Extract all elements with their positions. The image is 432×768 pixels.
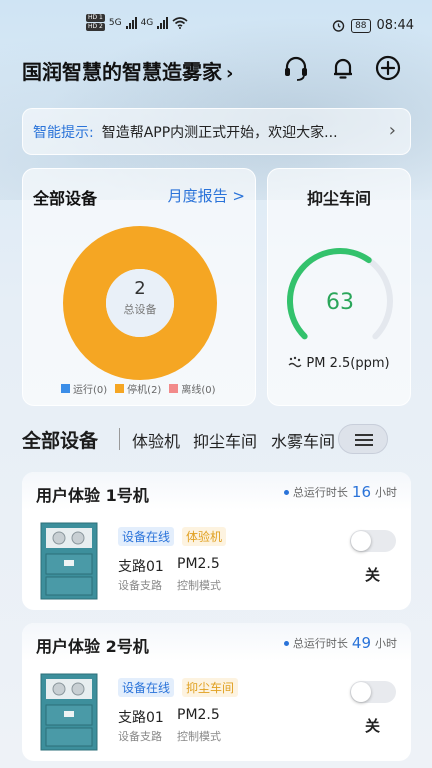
- toggle-knob: [351, 531, 371, 551]
- total-devices-value: 2: [134, 278, 145, 299]
- total-devices-label: 总设备: [124, 302, 157, 316]
- signal-icon: [125, 16, 137, 29]
- headset-icon[interactable]: [282, 54, 310, 82]
- pm-gauge: 63: [287, 248, 393, 340]
- device-donut-chart: 2 总设备: [63, 226, 217, 380]
- device-tabs: 全部设备 体验机 抑尘车间 水雾车间: [22, 424, 422, 456]
- clock: 08:44: [376, 18, 414, 33]
- hd1-label: HD 1: [86, 14, 105, 22]
- app-header: 国润智慧的智慧造雾家 ›: [22, 52, 414, 86]
- machine-image: [40, 673, 98, 751]
- run-time-value: 49: [351, 634, 371, 652]
- alarm-icon: [332, 20, 345, 32]
- legend-label: 运行(0): [73, 385, 108, 396]
- device-name: 用户体验 2号机: [36, 637, 149, 656]
- tab-experience[interactable]: 体验机: [132, 428, 180, 452]
- branch-value: 支路01: [118, 559, 164, 575]
- mode-value: PM2.5: [177, 707, 220, 723]
- title-chevron-icon: ›: [226, 63, 234, 84]
- status-bar: HD 1 HD 2 5G 4G 88 08:44: [0, 0, 432, 40]
- run-time: 总运行时长 16 小时: [283, 483, 397, 501]
- run-time-label: 总运行时长: [292, 486, 348, 499]
- run-time-unit: 小时: [375, 637, 397, 650]
- net2-label: 4G: [140, 17, 154, 28]
- legend-item: 离线(0): [169, 381, 216, 396]
- signal-icon-2: [157, 16, 169, 29]
- bell-icon[interactable]: [329, 54, 357, 82]
- toggle-knob: [351, 682, 371, 702]
- tip-text: 智造帮APP内测正式开始，欢迎大家...: [101, 124, 338, 141]
- switch-state-label: 关: [365, 717, 381, 735]
- mode-label: 控制模式: [177, 730, 221, 743]
- page-title-text: 国润智慧的智慧造雾家: [22, 60, 222, 84]
- wifi-icon: [172, 16, 188, 29]
- tip-arrow-icon: ›: [388, 120, 396, 141]
- status-badge: 设备在线: [118, 678, 175, 697]
- legend-swatch: [169, 384, 179, 393]
- run-time-unit: 小时: [375, 486, 397, 499]
- type-badge: 体验机: [182, 527, 227, 546]
- legend-label: 停机(2): [127, 385, 162, 396]
- legend-item: 停机(2): [115, 381, 161, 396]
- hd-indicator: HD 1 HD 2: [86, 14, 105, 31]
- net1-label: 5G: [108, 17, 122, 28]
- run-dot-icon: [283, 640, 289, 646]
- mode-label: 控制模式: [177, 579, 221, 592]
- run-time-label: 总运行时长: [292, 637, 348, 650]
- plus-circle-icon[interactable]: [374, 54, 402, 82]
- legend-item: 运行(0): [61, 381, 107, 396]
- power-toggle[interactable]: [350, 681, 396, 703]
- pm-label: PM 2.5(ppm): [306, 356, 390, 371]
- status-left: HD 1 HD 2 5G 4G: [86, 14, 188, 31]
- tab-mist-workshop[interactable]: 水雾车间: [271, 428, 337, 452]
- legend-swatch: [61, 384, 70, 393]
- machine-image: [40, 522, 98, 600]
- tab-dust-workshop[interactable]: 抑尘车间: [193, 428, 257, 452]
- power-toggle[interactable]: [350, 530, 396, 552]
- status-right: 88 08:44: [332, 18, 414, 33]
- tab-divider: [119, 428, 120, 450]
- device-name: 用户体验 1号机: [36, 486, 149, 505]
- pm-label-row: PM 2.5(ppm): [268, 356, 410, 371]
- smart-tip-banner[interactable]: 智能提示: 智造帮APP内测正式开始，欢迎大家... ›: [22, 108, 411, 155]
- pm-value: 63: [326, 290, 354, 315]
- menu-button[interactable]: [338, 424, 388, 454]
- hd2-label: HD 2: [86, 23, 105, 31]
- legend-label: 离线(0): [181, 385, 216, 396]
- device-card[interactable]: 用户体验 1号机 总运行时长 16 小时 设备在线 体验机 支路01 设备支路 …: [22, 472, 411, 610]
- mode-value: PM2.5: [177, 556, 220, 572]
- type-badge: 抑尘车间: [182, 678, 239, 697]
- tip-label: 智能提示:: [33, 124, 94, 141]
- run-time: 总运行时长 49 小时: [283, 634, 397, 652]
- battery-indicator: 88: [351, 18, 371, 33]
- status-badge: 设备在线: [118, 527, 175, 546]
- branch-label: 设备支路: [118, 579, 162, 592]
- dust-icon: [288, 356, 302, 368]
- run-dot-icon: [283, 489, 289, 495]
- legend-swatch: [115, 384, 125, 393]
- run-time-value: 16: [351, 483, 371, 501]
- branch-value: 支路01: [118, 710, 164, 726]
- all-devices-card: 全部设备 月度报告 > 2 总设备 运行(0) 停机(2) 离线(0): [22, 168, 256, 406]
- device-card[interactable]: 用户体验 2号机 总运行时长 49 小时 设备在线 抑尘车间 支路01 设备支路…: [22, 623, 411, 761]
- tab-all-devices[interactable]: 全部设备: [22, 426, 98, 453]
- switch-state-label: 关: [365, 566, 381, 584]
- chart-legend: 运行(0) 停机(2) 离线(0): [61, 381, 216, 396]
- branch-label: 设备支路: [118, 730, 162, 743]
- dust-workshop-card[interactable]: 抑尘车间 63 PM 2.5(ppm): [267, 168, 411, 406]
- page-title[interactable]: 国润智慧的智慧造雾家 ›: [22, 56, 233, 85]
